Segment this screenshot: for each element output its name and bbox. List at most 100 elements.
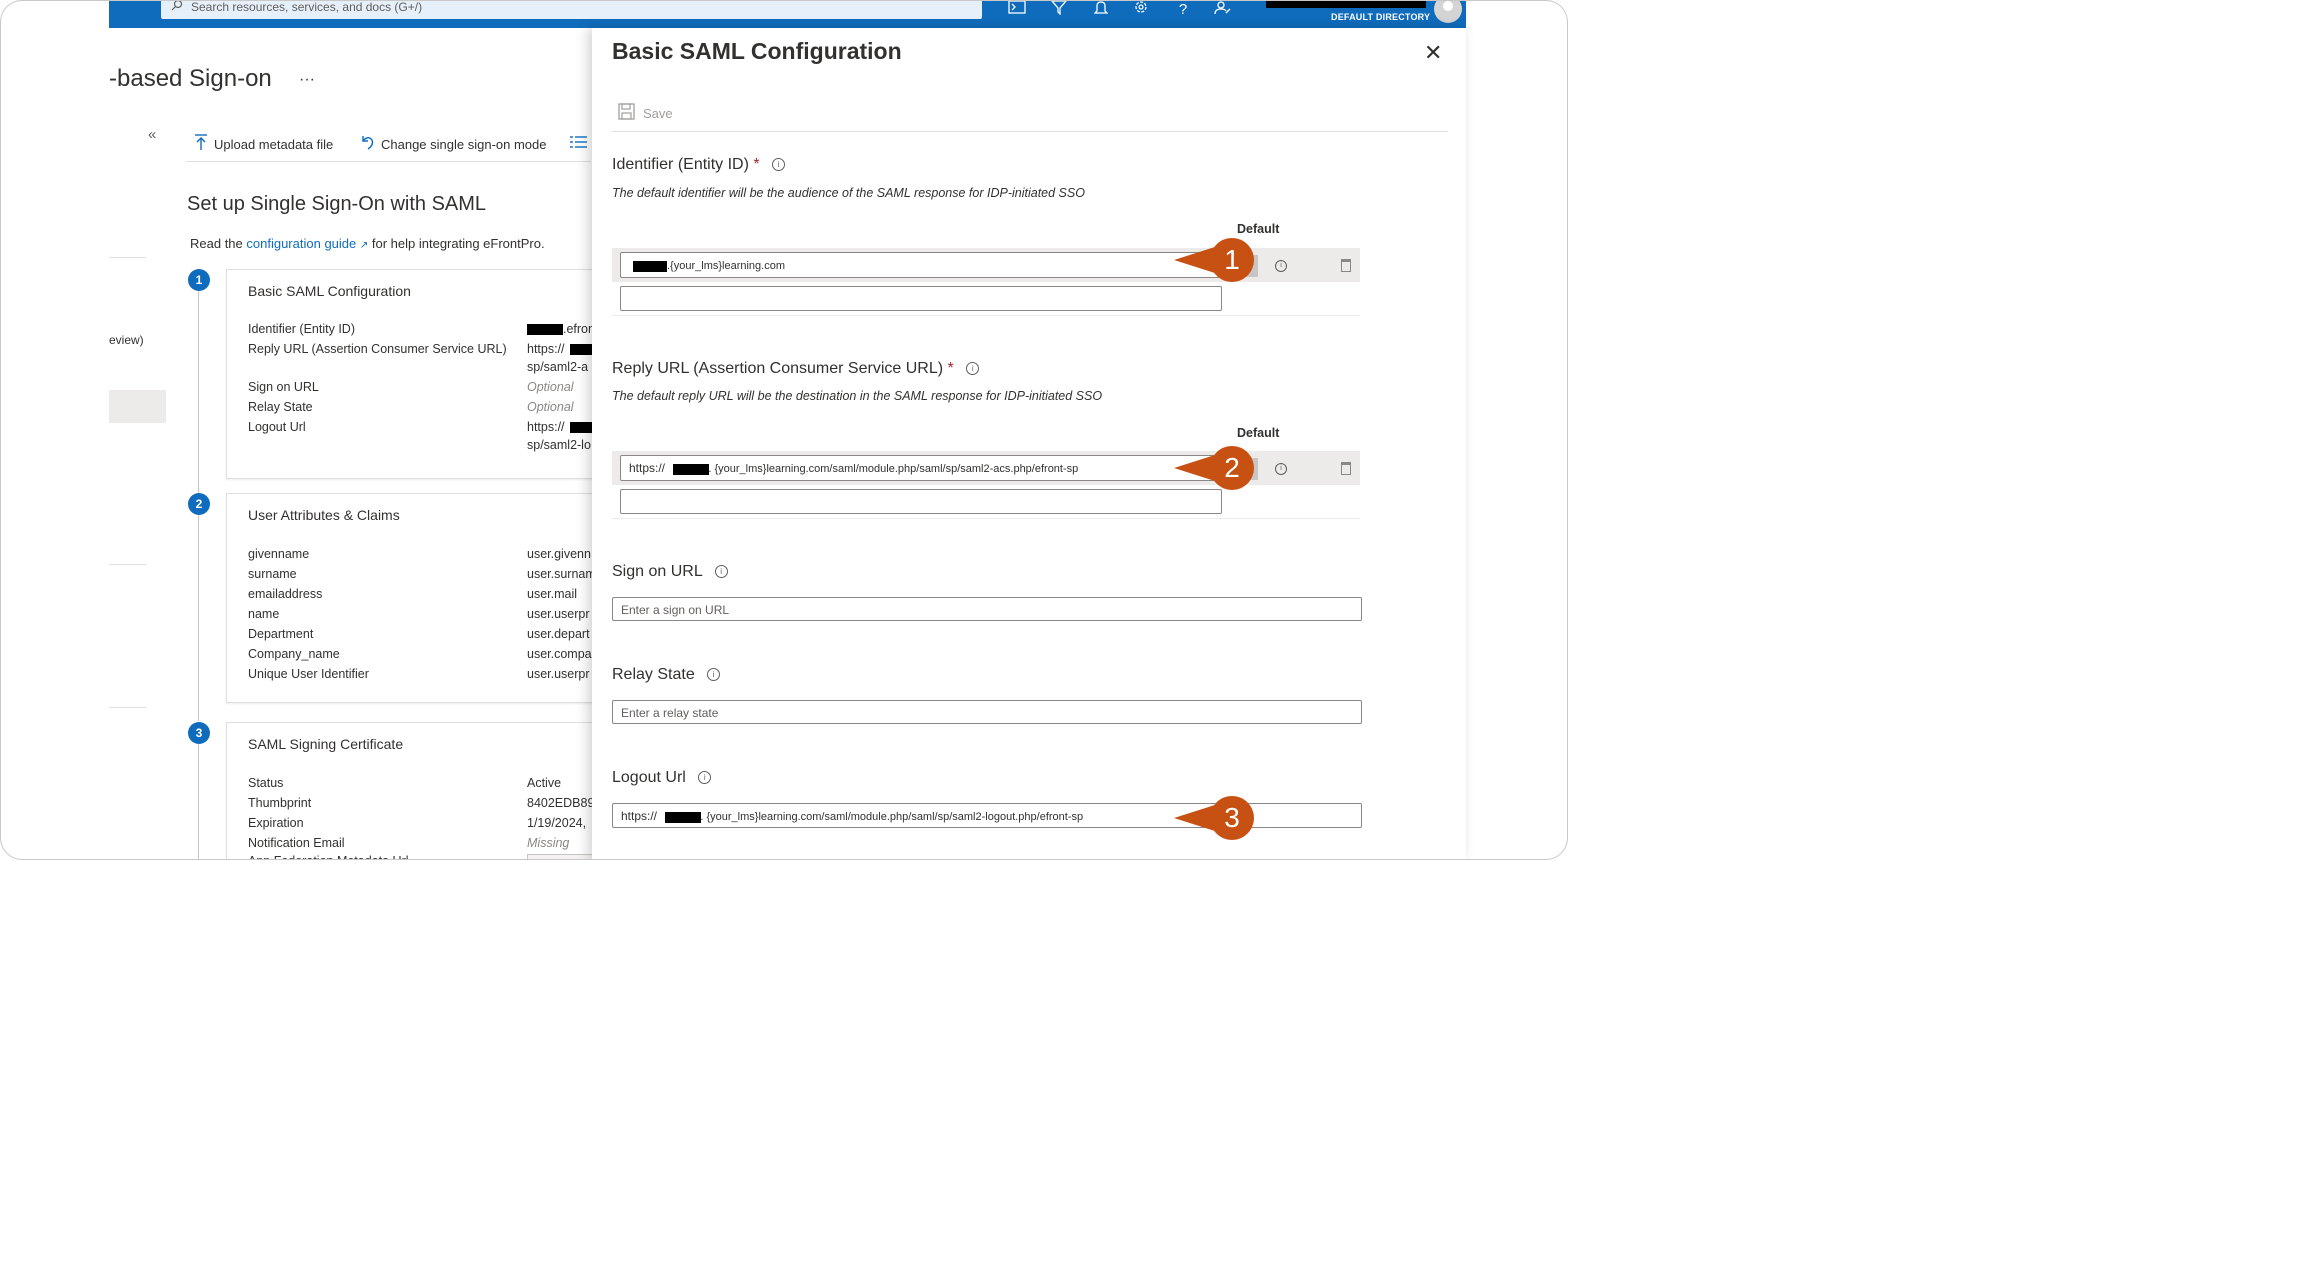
card-title: SAML Signing Certificate	[248, 736, 404, 752]
callout-marker: 1	[1174, 234, 1260, 286]
sign-on-url-label-text: Sign on URL	[612, 563, 703, 580]
reply-url-value: . {your_lms}learning.com/saml/module.php…	[708, 463, 1079, 475]
save-icon	[618, 103, 635, 123]
card-key: Unique User Identifier	[248, 667, 369, 681]
more-options-button[interactable]: ···	[299, 71, 315, 89]
relay-state-label-text: Relay State	[612, 666, 695, 683]
screenshot-frame: Search resources, services, and docs (G+…	[0, 0, 1568, 860]
close-button[interactable]: ✕	[1424, 40, 1442, 66]
card-key: Logout Url	[248, 420, 306, 434]
card-key: Expiration	[248, 816, 304, 830]
trash-icon[interactable]	[1341, 462, 1351, 475]
info-icon[interactable]: i	[1275, 260, 1287, 272]
card-key: givenname	[248, 547, 310, 561]
redacted-value	[633, 261, 667, 272]
row-divider	[612, 518, 1360, 519]
info-icon[interactable]: i	[707, 668, 721, 682]
relay-state-input[interactable]: Enter a relay state	[612, 700, 1362, 724]
card-value: user.userpr	[527, 607, 590, 621]
sidebar-divider	[109, 564, 146, 565]
card-value: Active	[527, 776, 562, 790]
logout-url-value: . {your_lms}learning.com/saml/module.php…	[700, 811, 1084, 823]
upload-metadata-label: Upload metadata file	[214, 136, 334, 152]
sidebar-item-partial[interactable]: eview)	[109, 333, 144, 347]
setup-title: Set up Single Sign-On with SAML	[187, 193, 487, 215]
trash-icon[interactable]	[1341, 259, 1351, 272]
redacted-value	[527, 324, 563, 335]
basic-saml-panel: Basic SAML Configuration ✕ Save Identifi…	[592, 28, 1466, 859]
upload-metadata-button[interactable]: Upload metadata file	[194, 134, 333, 154]
list-icon[interactable]	[570, 135, 588, 154]
card-value: 1/19/2024,	[527, 816, 587, 830]
identifier-input[interactable]: .{your_lms}learning.com	[620, 252, 1222, 278]
sidebar-divider	[109, 257, 146, 258]
help-icon[interactable]: ?	[1173, 1, 1193, 19]
card-key: Status	[248, 776, 284, 790]
reply-url-input[interactable]: https:// . {your_lms}learning.com/saml/m…	[620, 455, 1222, 481]
identifier-description: The default identifier will be the audie…	[612, 186, 1085, 200]
info-icon[interactable]: i	[772, 158, 786, 172]
search-placeholder: Search resources, services, and docs (G+…	[191, 0, 423, 14]
step-connector	[198, 291, 199, 493]
card-value: Optional	[527, 400, 574, 414]
identifier-input-empty[interactable]	[620, 286, 1222, 311]
sidebar-item-selected[interactable]	[109, 390, 166, 423]
external-link-icon: ↗	[359, 240, 369, 251]
redacted-account-name	[1266, 1, 1426, 8]
sign-on-url-input[interactable]: Enter a sign on URL	[612, 597, 1362, 621]
configuration-guide-link[interactable]: configuration guide	[246, 236, 356, 251]
card-key: Relay State	[248, 400, 313, 414]
collapse-sidebar-button[interactable]: «	[148, 126, 156, 143]
info-icon[interactable]: i	[698, 771, 712, 785]
card-value: Missing	[527, 836, 570, 850]
reply-url-label: Reply URL (Assertion Consumer Service UR…	[612, 360, 980, 378]
sidebar-divider	[109, 707, 146, 708]
card-key: Thumbprint	[248, 796, 312, 810]
callout-number: 1	[1210, 238, 1254, 282]
global-search-input[interactable]: Search resources, services, and docs (G+…	[161, 0, 982, 19]
row-divider	[612, 315, 1360, 316]
panel-title: Basic SAML Configuration	[612, 38, 902, 64]
card-value: Optional	[527, 380, 574, 394]
callout-number: 2	[1210, 446, 1254, 490]
info-icon[interactable]: i	[1275, 463, 1287, 475]
relay-state-label: Relay State i	[612, 666, 721, 684]
cloud-shell-icon[interactable]	[1007, 1, 1027, 19]
read-guide-text: Read the configuration guide ↗ for help …	[190, 236, 545, 251]
reply-url-input-empty[interactable]	[620, 489, 1222, 514]
save-button[interactable]: Save	[618, 103, 673, 123]
step-connector	[198, 515, 199, 721]
info-icon[interactable]: i	[714, 565, 728, 579]
step-connector	[198, 744, 199, 859]
command-bar-divider	[186, 161, 591, 162]
save-label: Save	[643, 105, 673, 121]
upload-icon	[194, 134, 208, 154]
card-key: Identifier (Entity ID)	[248, 322, 355, 336]
search-icon	[171, 1, 183, 14]
card-value: user.compa	[527, 647, 592, 661]
card-key: surname	[248, 567, 297, 581]
read-guide-suffix: for help integrating eFrontPro.	[371, 236, 545, 251]
card-value: user.surnam	[527, 567, 596, 581]
bell-icon[interactable]	[1091, 1, 1111, 19]
feedback-icon[interactable]	[1213, 1, 1233, 19]
card-key: Reply URL (Assertion Consumer Service UR…	[248, 342, 507, 356]
metadata-url-field[interactable]	[527, 854, 599, 859]
identifier-label: Identifier (Entity ID) * i	[612, 156, 786, 174]
reply-url-label-text: Reply URL (Assertion Consumer Service UR…	[612, 360, 944, 377]
card-key: Notification Email	[248, 836, 345, 850]
reply-url-prefix: https://	[629, 461, 666, 475]
card-value: .efron	[563, 322, 595, 336]
change-sso-mode-label: Change single sign-on mode	[381, 136, 547, 152]
signing-certificate-card: SAML Signing Certificate Status Active T…	[226, 722, 599, 859]
gear-icon[interactable]	[1131, 1, 1151, 19]
change-sso-mode-button[interactable]: Change single sign-on mode	[359, 134, 547, 154]
card-key: emailaddress	[248, 587, 323, 601]
toolbar-divider	[612, 131, 1448, 132]
page-title: -based Sign-on	[109, 65, 272, 92]
default-column-header: Default	[1237, 426, 1280, 440]
filter-icon[interactable]	[1049, 1, 1069, 19]
read-guide-prefix: Read the	[190, 236, 243, 251]
identifier-value: .{your_lms}learning.com	[667, 260, 786, 272]
info-icon[interactable]: i	[966, 362, 980, 376]
